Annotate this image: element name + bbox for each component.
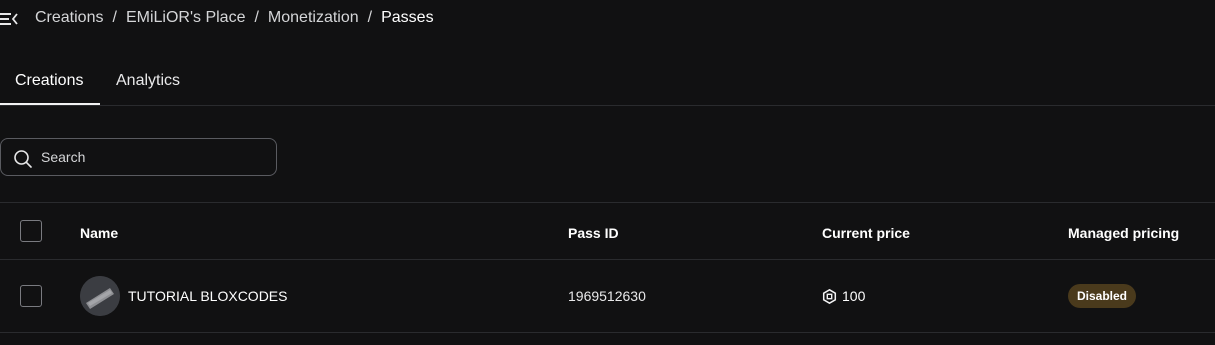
search-icon	[13, 149, 33, 169]
column-header-managed-pricing[interactable]: Managed pricing	[1068, 225, 1179, 241]
header-divider	[0, 259, 1215, 260]
menu-collapse-icon[interactable]	[0, 11, 18, 27]
current-price: 100	[842, 288, 866, 304]
managed-pricing-status-badge: Disabled	[1068, 284, 1137, 308]
row-divider	[0, 332, 1215, 333]
tab-bar: Creations Analytics	[0, 60, 1215, 106]
column-header-pass-id[interactable]: Pass ID	[568, 225, 619, 241]
breadcrumb-item-creations[interactable]: Creations	[35, 9, 103, 27]
row-checkbox[interactable]	[20, 285, 42, 307]
robux-icon	[822, 288, 837, 305]
breadcrumb-separator: /	[254, 9, 259, 26]
top-bar: Creations / EMiLiOR's Place / Monetizati…	[0, 0, 1215, 38]
tab-analytics[interactable]: Analytics	[116, 72, 180, 90]
table-top-divider	[0, 202, 1215, 203]
active-tab-indicator	[0, 103, 100, 105]
breadcrumb-separator: /	[367, 9, 373, 26]
pass-thumbnail[interactable]	[80, 276, 120, 316]
breadcrumb-item-place[interactable]: EMiLiOR's Place	[126, 9, 246, 27]
breadcrumb-separator: /	[112, 9, 117, 26]
tab-creations[interactable]: Creations	[15, 72, 83, 90]
pass-name[interactable]: TUTORIAL BLOXCODES	[128, 288, 287, 304]
search-input[interactable]	[41, 148, 261, 166]
column-header-current-price[interactable]: Current price	[822, 225, 910, 241]
breadcrumb: Creations / EMiLiOR's Place / Monetizati…	[35, 9, 434, 27]
column-header-name[interactable]: Name	[80, 225, 118, 241]
pass-id: 1969512630	[568, 288, 646, 304]
select-all-checkbox[interactable]	[20, 220, 42, 242]
search-box[interactable]	[0, 138, 277, 176]
breadcrumb-item-monetization[interactable]: Monetization	[268, 9, 359, 27]
breadcrumb-item-passes: Passes	[381, 9, 434, 26]
